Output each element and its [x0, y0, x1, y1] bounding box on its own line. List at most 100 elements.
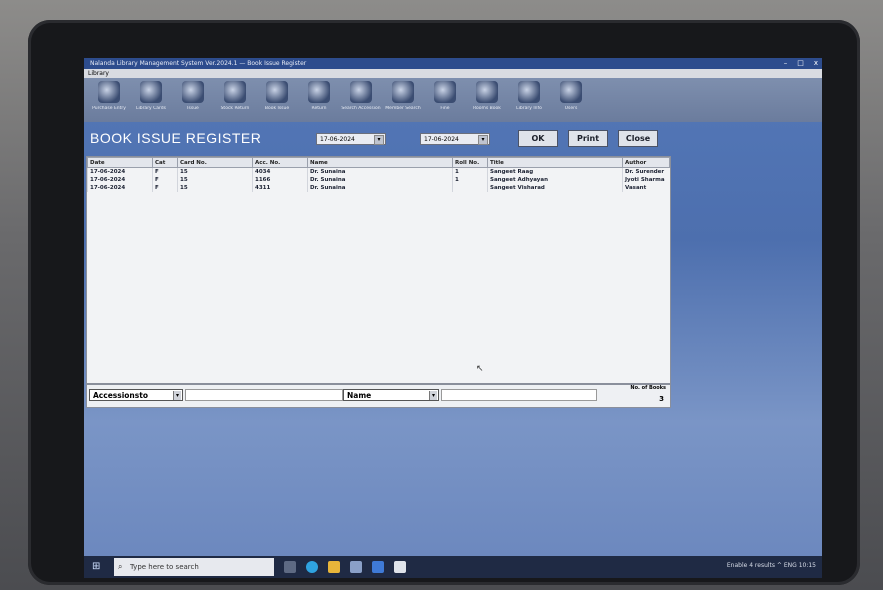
- accession-search-input[interactable]: [185, 389, 343, 401]
- accession-filter-value: Accessionsto: [93, 391, 148, 400]
- cell-roll-no: 1: [452, 176, 488, 184]
- column-header-card-no[interactable]: Card No.: [177, 157, 253, 168]
- taskbar-search-box[interactable]: ⌕ Type here to search: [114, 558, 274, 576]
- person-icon: [308, 81, 330, 103]
- cell-acc-no: 1166: [252, 176, 308, 184]
- toolbar-library-info[interactable]: Library Info: [510, 78, 548, 120]
- toolbar-purchase-entry[interactable]: Purchase Entry: [90, 78, 128, 120]
- cell-date: 17-06-2024: [87, 167, 153, 176]
- cell-date: 17-06-2024: [87, 184, 153, 192]
- toolbar-search-accession[interactable]: Search Accession: [341, 78, 381, 120]
- table-header-row: Date Cat Card No. Acc. No. Name Roll No.…: [87, 157, 670, 168]
- toolbar-member-search[interactable]: Member Search: [384, 78, 422, 120]
- toolbar-library-cards[interactable]: Library Cards: [132, 78, 170, 120]
- toolbar-return[interactable]: Return: [300, 78, 338, 120]
- to-date-value: 17-06-2024: [424, 136, 459, 143]
- cell-author: Jyoti Sharma: [622, 176, 670, 184]
- column-header-author[interactable]: Author: [622, 157, 670, 168]
- task-view-icon[interactable]: [284, 561, 296, 573]
- toolbar-issue[interactable]: Issue: [174, 78, 212, 120]
- cell-acc-no: 4034: [252, 167, 308, 176]
- column-header-title[interactable]: Title: [487, 157, 623, 168]
- screen: Nalanda Library Management System Ver.20…: [84, 58, 822, 578]
- table-row[interactable]: 17-06-2024 F 15 4034 Dr. Sunaina 1 Sange…: [87, 167, 670, 176]
- member-icon: [392, 81, 414, 103]
- toolbar-fine[interactable]: Fine: [426, 78, 464, 120]
- card-icon: [140, 81, 162, 103]
- issue-icon: [182, 81, 204, 103]
- books-icon: [266, 81, 288, 103]
- cell-card-no: 15: [177, 176, 253, 184]
- name-filter-select[interactable]: Name ▾: [343, 389, 439, 401]
- system-tray[interactable]: Enable 4 results ^ ENG 10:15: [727, 562, 816, 569]
- column-header-date[interactable]: Date: [87, 157, 153, 168]
- pen-icon: [434, 81, 456, 103]
- calendar-dropdown-icon[interactable]: ▾: [374, 135, 384, 145]
- table-row[interactable]: 17-06-2024 F 15 4311 Dr. Sunaina Sangeet…: [87, 184, 670, 192]
- menu-library[interactable]: Library: [88, 70, 109, 77]
- mouse-cursor-icon: ↖: [476, 364, 484, 374]
- calendar-dropdown-icon[interactable]: ▾: [478, 135, 488, 145]
- file-explorer-icon[interactable]: [328, 561, 340, 573]
- toolbar-users[interactable]: Users: [552, 78, 590, 120]
- close-button[interactable]: Close: [618, 130, 658, 147]
- cell-roll-no: [452, 184, 488, 192]
- cell-cat: F: [152, 184, 178, 192]
- mail-icon[interactable]: [372, 561, 384, 573]
- cell-card-no: 15: [177, 184, 253, 192]
- name-filter-value: Name: [347, 391, 372, 400]
- cell-title: Sangeet Raag: [487, 167, 623, 176]
- toolbar-stock-return[interactable]: Stock Return: [216, 78, 254, 120]
- edge-browser-icon[interactable]: [306, 561, 318, 573]
- name-search-input[interactable]: [441, 389, 597, 401]
- from-date-value: 17-06-2024: [320, 136, 355, 143]
- app-icon[interactable]: [394, 561, 406, 573]
- cell-author: Dr. Surender: [622, 167, 670, 176]
- windows-start-icon[interactable]: ⊞: [92, 561, 103, 572]
- column-header-cat[interactable]: Cat: [152, 157, 178, 168]
- issue-table: Date Cat Card No. Acc. No. Name Roll No.…: [87, 157, 670, 192]
- cell-title: Sangeet Adhyayan: [487, 176, 623, 184]
- filter-bar: Accessionsto ▾ Name ▾ No. of Books 3: [86, 384, 671, 408]
- chevron-down-icon[interactable]: ▾: [429, 391, 437, 400]
- accession-filter-select[interactable]: Accessionsto ▾: [89, 389, 183, 401]
- column-header-roll-no[interactable]: Roll No.: [452, 157, 488, 168]
- ok-button[interactable]: OK: [518, 130, 558, 147]
- table-row[interactable]: 17-06-2024 F 15 1166 Dr. Sunaina 1 Sange…: [87, 176, 670, 184]
- menubar: Library: [84, 69, 822, 78]
- print-button[interactable]: Print: [568, 130, 608, 147]
- toolbar-rooms-book[interactable]: Rooms Book: [468, 78, 506, 120]
- cell-name: Dr. Sunaina: [307, 176, 453, 184]
- windows-taskbar: ⊞ ⌕ Type here to search Enable 4 results…: [84, 556, 822, 578]
- room-icon: [476, 81, 498, 103]
- window-titlebar: Nalanda Library Management System Ver.20…: [84, 58, 822, 69]
- cell-roll-no: 1: [452, 167, 488, 176]
- issue-register-grid[interactable]: Date Cat Card No. Acc. No. Name Roll No.…: [86, 156, 671, 384]
- users-icon: [560, 81, 582, 103]
- close-window-button[interactable]: x: [814, 58, 818, 69]
- toolbar-book-issue[interactable]: Book Issue: [258, 78, 296, 120]
- cell-cat: F: [152, 167, 178, 176]
- maximize-button[interactable]: □: [797, 58, 804, 69]
- cell-acc-no: 4311: [252, 184, 308, 192]
- return-icon: [224, 81, 246, 103]
- toolbar: Purchase Entry Library Cards Issue Stock…: [84, 78, 822, 122]
- store-icon[interactable]: [350, 561, 362, 573]
- cell-card-no: 15: [177, 167, 253, 176]
- from-date-picker[interactable]: 17-06-2024 ▾: [316, 133, 386, 145]
- book-count-label: No. of Books: [630, 385, 666, 391]
- taskbar-search-placeholder: Type here to search: [130, 563, 199, 571]
- minimize-button[interactable]: –: [784, 58, 788, 69]
- column-header-acc-no[interactable]: Acc. No.: [252, 157, 308, 168]
- chevron-down-icon[interactable]: ▾: [173, 391, 181, 400]
- cell-cat: F: [152, 176, 178, 184]
- main-area: BOOK ISSUE REGISTER 17-06-2024 ▾ 17-06-2…: [84, 122, 822, 578]
- to-date-picker[interactable]: 17-06-2024 ▾: [420, 133, 490, 145]
- search-icon: ⌕: [118, 562, 123, 571]
- book-icon: [98, 81, 120, 103]
- info-icon: [518, 81, 540, 103]
- book-count-value: 3: [659, 395, 664, 403]
- page-title: BOOK ISSUE REGISTER: [90, 130, 262, 146]
- cell-title: Sangeet Visharad: [487, 184, 623, 192]
- column-header-name[interactable]: Name: [307, 157, 453, 168]
